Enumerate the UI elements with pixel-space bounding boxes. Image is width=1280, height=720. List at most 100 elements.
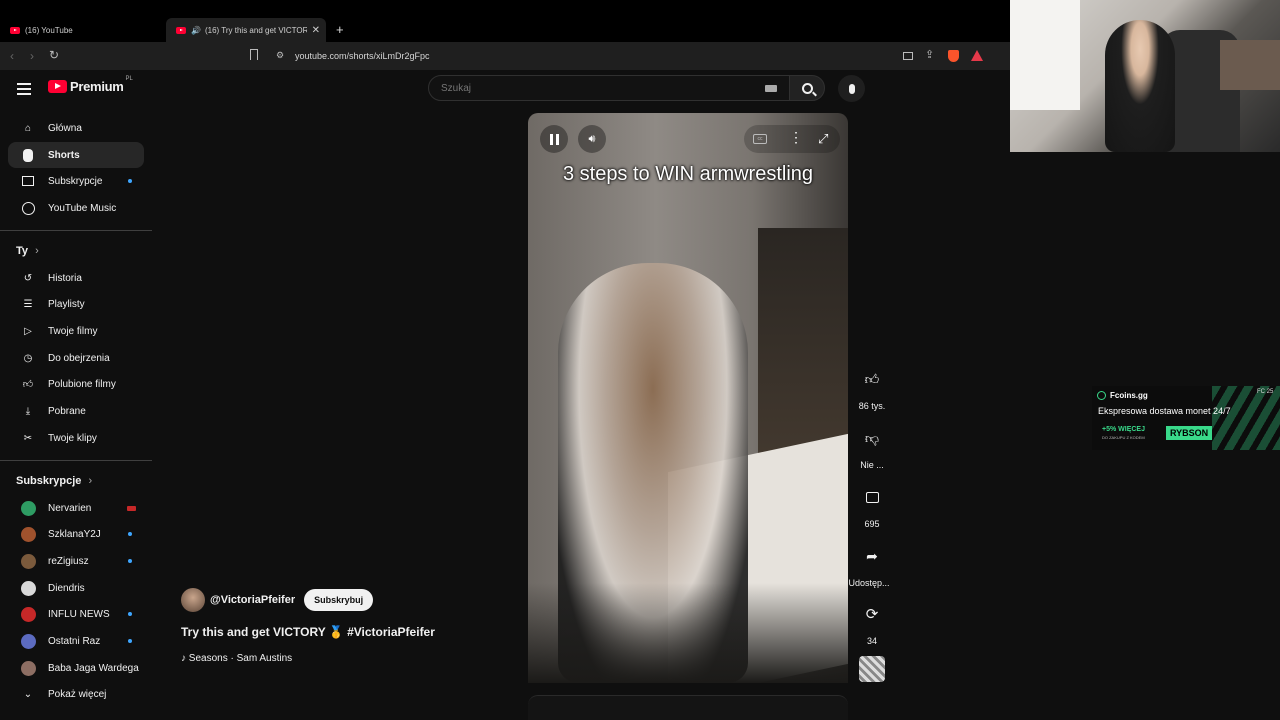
channel-handle[interactable]: @VictoriaPfeifer	[210, 594, 295, 606]
you-section-header[interactable]: Ty ›	[16, 245, 39, 257]
remix-button[interactable]: ⟳ 34	[854, 598, 890, 646]
keyboard-icon[interactable]	[765, 85, 777, 92]
thumb-up-icon: 👍︎	[22, 379, 34, 390]
sponsor-banner: Fcoins.gg FC 25 Ekspresowa dostawa monet…	[1092, 386, 1280, 450]
live-icon	[127, 505, 136, 511]
channel-avatar	[20, 526, 36, 542]
sidebar-item-label: Pobrane	[48, 405, 86, 417]
channel-name: reZigiusz	[48, 555, 89, 567]
tab-short-video[interactable]: 🔊 (16) Try this and get VICTORY ✕	[166, 18, 326, 42]
promo-bonus: +5% WIĘCEJ	[1102, 426, 1145, 433]
promo-brand: Fcoins.gg	[1110, 391, 1148, 400]
close-tab-icon[interactable]: ✕	[312, 25, 320, 36]
sidebar-item-your-clips[interactable]: ✂ Twoje klipy	[8, 425, 144, 451]
sidebar-channel-item[interactable]: Ostatni Raz	[8, 628, 144, 654]
bookmark-icon[interactable]	[250, 49, 258, 60]
subscriptions-section-header[interactable]: Subskrypcje ›	[16, 475, 92, 487]
cast-icon[interactable]	[903, 52, 913, 60]
music-link[interactable]: ♪ Seasons · Sam Austins	[181, 653, 292, 664]
fullscreen-icon[interactable]: ⤢	[818, 131, 828, 147]
sidebar-item-history[interactable]: ↺ Historia	[8, 265, 144, 291]
search-box[interactable]	[428, 75, 790, 101]
brave-rewards-icon[interactable]	[971, 50, 983, 61]
sidebar-item-youtube-music[interactable]: YouTube Music	[8, 195, 144, 221]
channel-avatar[interactable]	[181, 588, 205, 612]
channel-avatar	[20, 500, 36, 516]
sidebar-item-shorts[interactable]: Shorts	[8, 142, 144, 168]
remix-icon: ⟳	[865, 606, 879, 623]
show-more-label: Pokaż więcej	[48, 688, 107, 700]
pause-button[interactable]	[540, 125, 568, 153]
promo-text: Ekspresowa dostawa monet 24/7	[1098, 406, 1231, 416]
share-page-icon[interactable]: ⇪	[925, 48, 934, 61]
site-info-icon[interactable]: ⚙	[276, 50, 284, 61]
reload-icon[interactable]: ↻	[49, 48, 59, 62]
show-more-button[interactable]: ⌄ Pokaż więcej	[8, 681, 144, 707]
sidebar-item-your-videos[interactable]: ▷ Twoje filmy	[8, 318, 144, 344]
divider	[0, 460, 152, 461]
sidebar-item-label: Twoje filmy	[48, 325, 98, 337]
new-content-dot	[128, 612, 132, 616]
brave-shield-icon[interactable]	[948, 50, 959, 62]
tab-youtube-home[interactable]: (16) YouTube	[0, 18, 165, 42]
sidebar-channel-item[interactable]: Nervarien	[8, 495, 144, 521]
sidebar-item-subscriptions[interactable]: Subskrypcje	[8, 168, 144, 194]
thumb-down-icon: 👎︎	[864, 429, 880, 446]
sidebar-item-label: YouTube Music	[48, 202, 117, 214]
volume-button[interactable]: 🔊︎	[578, 125, 606, 153]
sidebar-item-label: Playlisty	[48, 298, 85, 310]
channel-name: INFLU NEWS	[48, 608, 110, 620]
webcam-window	[1010, 0, 1080, 110]
channel-avatar	[20, 633, 36, 649]
short-video-player[interactable]: 🔊︎ cc ⋮ ⤢ 3 steps to WIN armwrestling	[528, 113, 848, 683]
forward-icon[interactable]: ›	[30, 49, 34, 63]
captions-icon[interactable]: cc	[753, 134, 767, 144]
sidebar-item-label: Główna	[48, 122, 82, 134]
sidebar-channel-item[interactable]: SzklanaY2J	[8, 521, 144, 547]
sidebar-channel-item[interactable]: INFLU NEWS	[8, 601, 144, 627]
new-tab-button[interactable]: +	[336, 22, 344, 37]
new-content-dot	[128, 559, 132, 563]
channel-name: Nervarien	[48, 502, 92, 514]
promo-code: RYBSON	[1166, 426, 1213, 440]
sidebar-item-label: Polubione filmy	[48, 378, 116, 390]
new-content-dot	[128, 639, 132, 643]
subscribe-button[interactable]: Subskrybuj	[304, 589, 374, 611]
comments-button[interactable]: 695	[854, 481, 890, 529]
channel-avatar	[20, 660, 36, 676]
sidebar-channel-item[interactable]: reZigiusz	[8, 548, 144, 574]
browser-tab-bar: (16) YouTube 🔊 (16) Try this and get VIC…	[0, 0, 1010, 42]
download-icon: ⤓	[25, 405, 31, 417]
sidebar-item-downloads[interactable]: ⤓ Pobrane	[8, 398, 144, 424]
sidebar-item-label: Subskrypcje	[48, 175, 103, 187]
sidebar-item-label: Do obejrzenia	[48, 352, 110, 364]
like-button[interactable]: 👍︎ 86 tys.	[854, 363, 890, 412]
voice-search-button[interactable]	[838, 75, 865, 102]
sidebar-item-playlists[interactable]: ☰ Playlisty	[8, 291, 144, 317]
tab-label: (16) Try this and get VICTORY	[204, 25, 307, 35]
comment-icon	[856, 481, 888, 513]
video-floor-shadow	[528, 583, 848, 683]
share-button[interactable]: ➦ Udostęp...	[848, 540, 890, 589]
channel-avatar	[20, 580, 36, 596]
back-icon[interactable]: ‹	[10, 49, 14, 63]
next-short-edge[interactable]	[528, 695, 848, 720]
channel-name: Diendris	[48, 582, 85, 594]
search-button[interactable]	[789, 75, 825, 101]
sidebar-item-home[interactable]: ⌂ Główna	[8, 115, 144, 141]
chevron-right-icon: ›	[35, 245, 39, 257]
sidebar-channel-item[interactable]: Diendris	[8, 575, 144, 601]
url-text[interactable]: youtube.com/shorts/xiLmDr2gFpc	[295, 51, 430, 61]
sidebar-item-watch-later[interactable]: ◷ Do obejrzenia	[8, 345, 144, 371]
webcam-overlay	[1010, 0, 1280, 152]
short-title[interactable]: Try this and get VICTORY 🥇 #VictoriaPfei…	[181, 625, 435, 639]
search-input[interactable]	[439, 82, 739, 95]
sound-thumbnail[interactable]	[859, 656, 885, 682]
webcam-shelf	[1220, 40, 1280, 90]
channel-name: Ostatni Raz	[48, 635, 101, 647]
sidebar-channel-item[interactable]: Baba Jaga Wardega	[8, 655, 144, 681]
sidebar-item-liked-videos[interactable]: 👍︎ Polubione filmy	[8, 371, 144, 397]
more-options-icon[interactable]: ⋮	[789, 130, 803, 144]
dislike-button[interactable]: 👎︎ Nie ...	[854, 422, 890, 471]
thumb-up-icon: 👍︎	[864, 370, 880, 387]
